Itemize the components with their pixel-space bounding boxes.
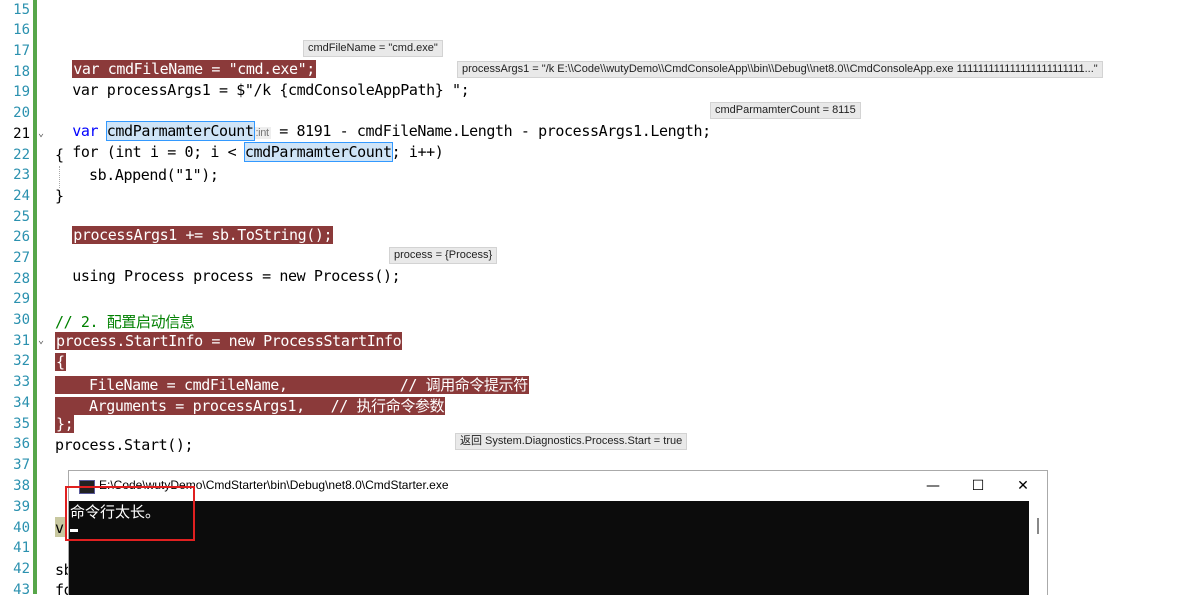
code-line-25[interactable]: processArgs1 += sb.ToString(); [55,208,334,244]
variable-highlight: cmdParmamterCount [243,142,393,162]
console-scrollbar[interactable] [1029,501,1047,595]
comment: // 2. 配置启动信息 [55,313,195,331]
line-number: 28 [13,271,30,287]
maximize-button[interactable]: ☐ [958,475,998,497]
code-line-36[interactable]: process.Start(); [55,436,193,454]
code-line-24[interactable]: } [55,187,64,205]
console-window[interactable]: E:\Code\wutyDemo\CmdStarter\bin\Debug\ne… [68,470,1048,595]
datatip-cmdParmamterCount[interactable]: cmdParmamterCount = 8115 [710,102,861,119]
code-line-31[interactable]: process.StartInfo = new ProcessStartInfo [55,332,403,350]
line-number: 16 [13,22,30,38]
datatip-process-start[interactable]: 返回 System.Diagnostics.Process.Start = tr… [455,433,688,450]
line-number: 21 [13,126,30,142]
fold-chevron-icon[interactable]: ⌄ [38,128,44,139]
scrollbar-thumb[interactable] [1037,518,1039,534]
line-number: 17 [13,43,30,59]
line-number: 34 [13,395,30,411]
line-number: 15 [13,2,30,18]
line-number: 39 [13,499,30,515]
line-number: 20 [13,105,30,121]
line-number: 27 [13,250,30,266]
breakpoint-highlight: FileName = cmdFileName, // 调用命令提示符 [55,376,529,394]
line-number: 29 [13,291,30,307]
line-number: 25 [13,209,30,225]
change-tracking-bar [33,0,37,594]
code-line-33[interactable]: FileName = cmdFileName, // 调用命令提示符 [55,374,529,395]
datatip-processArgs1[interactable]: processArgs1 = "/k E:\\Code\\wutyDemo\\C… [457,61,1103,78]
line-number: 31 [13,333,30,349]
line-number: 37 [13,457,30,473]
breakpoint-highlight: Arguments = processArgs1, // 执行命令参数 [55,397,446,415]
line-number: 40 [13,520,30,536]
code-line-22[interactable]: { [55,146,64,164]
code-line-27[interactable]: using Process process = new Process(); [55,249,400,285]
code-text: { [55,146,64,164]
line-number: 22 [13,147,30,163]
code-text: sb.Append("1"); [89,166,219,184]
minimize-button[interactable]: — [913,475,953,497]
line-number: 41 [13,540,30,556]
code-line-32[interactable]: { [55,353,66,371]
datatip-cmdFileName[interactable]: cmdFileName = "cmd.exe" [303,40,443,57]
line-number: 43 [13,582,30,598]
fold-chevron-icon[interactable]: ⌄ [38,335,44,346]
line-number: 26 [13,229,30,245]
close-button[interactable]: ✕ [1003,475,1043,497]
code-line-21[interactable]: for (int i = 0; i < cmdParmamterCount; i… [55,125,444,162]
code-text: ; i++) [391,143,444,161]
line-number: 33 [13,374,30,390]
breakpoint-highlight: processArgs1 += sb.ToString(); [72,226,334,244]
line-number: 19 [13,84,30,100]
console-title-bar[interactable]: E:\Code\wutyDemo\CmdStarter\bin\Debug\ne… [69,471,1047,501]
annotation-red-box [65,486,195,541]
indent-guide [59,166,60,188]
line-number: 42 [13,561,30,577]
datatip-process[interactable]: process = {Process} [389,247,498,264]
line-number: 23 [13,167,30,183]
code-line-18[interactable]: var processArgs1 = $"/k {cmdConsoleAppPa… [55,63,469,99]
code-text: } [55,187,64,205]
line-number: 30 [13,312,30,328]
breakpoint-highlight: { [55,353,66,371]
code-text: using Process process = new Process(); [72,267,401,285]
line-number: 24 [13,188,30,204]
line-number: 36 [13,436,30,452]
code-text: v [55,519,64,537]
console-body[interactable]: 命令行太长。 [69,501,1029,595]
line-number: 32 [13,353,30,369]
code-line-23[interactable]: sb.Append("1"); [89,166,219,184]
line-number: 35 [13,416,30,432]
code-line-35[interactable]: }; [55,415,75,433]
code-text: process.Start(); [55,436,194,454]
breakpoint-highlight: process.StartInfo = new ProcessStartInfo [55,332,403,350]
line-number: 18 [13,64,30,80]
code-line-34[interactable]: Arguments = processArgs1, // 执行命令参数 [55,395,446,416]
code-line-40[interactable]: v [55,519,64,537]
code-text: for (int i = 0; i < [72,143,245,161]
breakpoint-highlight: }; [55,415,75,433]
line-number: 38 [13,478,30,494]
code-text: var processArgs1 = $"/k {cmdConsoleAppPa… [72,81,470,99]
code-line-30[interactable]: // 2. 配置启动信息 [55,311,195,332]
